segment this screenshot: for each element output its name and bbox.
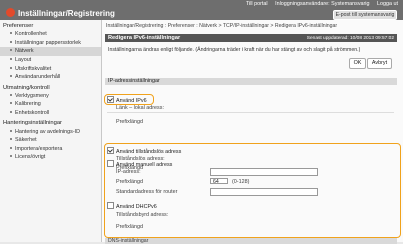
- sidebar-item-control-unit[interactable]: Kontrollenhet: [0, 30, 101, 39]
- default-router-input[interactable]: [210, 188, 318, 196]
- use-stateless-checkbox[interactable]: [107, 147, 114, 154]
- sidebar-item-print-quality[interactable]: Utskriftskvalitet: [0, 64, 101, 73]
- use-ipv6-row[interactable]: Använd IPv6: [107, 96, 147, 104]
- link-local-label: Länk – lokal adress:: [116, 105, 164, 111]
- sidebar-item-network[interactable]: Nätverk: [0, 47, 101, 56]
- use-dhcpv6-label: Använd DHCPv6: [116, 204, 157, 210]
- ip-address-input[interactable]: [210, 168, 318, 176]
- instruction-text: Inställningarna ändras enligt följande. …: [108, 47, 361, 53]
- stateful-address-label: Tillståndsbyrd adress:: [116, 212, 169, 218]
- bullet-icon: [10, 75, 12, 78]
- page-header: Redigera IPv6-inställningar Senast uppda…: [105, 34, 397, 42]
- sidebar-item-label: Kalibrering: [15, 101, 41, 108]
- breadcrumb: Inställningar/Registrering : Preferenser…: [106, 23, 338, 29]
- dhcp-prefix-label: Prefixlängd: [116, 224, 143, 230]
- top-bar: Till portal Inloggningsanvändare: System…: [0, 0, 403, 20]
- sidebar-item-label: Utskriftskvalitet: [15, 65, 52, 72]
- sidebar-item-device-control[interactable]: Enhetskontroll: [0, 109, 101, 118]
- sidebar-item-department-id[interactable]: Hantering av avdelnings-ID: [0, 127, 101, 136]
- top-links: Till portal Inloggningsanvändare: System…: [240, 1, 398, 7]
- sidebar-item-label: Licens/övrigt: [15, 154, 46, 161]
- sidebar-item-license[interactable]: Licens/övrigt: [0, 153, 101, 162]
- use-dhcpv6-row[interactable]: Använd DHCPv6: [107, 202, 157, 210]
- portal-link[interactable]: Till portal: [246, 1, 268, 7]
- sidebar-item-label: Enhetskontroll: [15, 110, 50, 117]
- sidebar-item-label: Verktygsmeny: [15, 92, 49, 99]
- bullet-icon: [10, 32, 12, 35]
- main-content: Inställningar/Registrering : Preferenser…: [102, 20, 403, 244]
- bullet-icon: [10, 102, 12, 105]
- bullet-icon: [10, 129, 12, 132]
- sidebar: Preferenser Kontrollenhet Inställningar …: [0, 20, 102, 242]
- sidebar-item-security[interactable]: Säkerhet: [0, 136, 101, 145]
- bullet-icon: [10, 155, 12, 158]
- use-ipv6-label: Använd IPv6: [116, 98, 147, 104]
- default-router-label: Standardadress för router: [116, 189, 178, 195]
- sidebar-item-label: Importera/exportera: [15, 145, 63, 152]
- ip-address-settings-header: IP-adressinställningar: [105, 78, 397, 85]
- logout-link[interactable]: Logga ut: [377, 1, 398, 7]
- bullet-icon: [10, 146, 12, 149]
- sidebar-item-label: Säkerhet: [15, 137, 37, 144]
- bullet-icon: [10, 111, 12, 114]
- use-manual-row[interactable]: Använd manuell adress: [107, 160, 172, 168]
- use-ipv6-checkbox[interactable]: [107, 96, 114, 103]
- prefix-length-input[interactable]: 64: [210, 178, 228, 185]
- bullet-icon: [10, 138, 12, 141]
- ip-address-label: IP-adress:: [116, 169, 141, 175]
- sidebar-section-preferences: Preferenser: [3, 23, 34, 29]
- ok-button[interactable]: OK: [349, 58, 366, 69]
- bullet-icon: [10, 93, 12, 96]
- bullet-icon: [10, 58, 12, 61]
- manual-prefix-label: Prefixlängd: [116, 179, 143, 185]
- sidebar-item-layout[interactable]: Layout: [0, 56, 101, 65]
- sidebar-section-output: Utmatning/kontroll: [3, 84, 50, 91]
- sidebar-item-paper-size[interactable]: Inställningar pappersstorlek: [0, 39, 101, 48]
- last-updated: Senast uppdaterad: 10/08 2013 09:57:02: [306, 35, 394, 41]
- sidebar-item-label: Layout: [15, 57, 32, 64]
- sidebar-item-calibration[interactable]: Kalibrering: [0, 100, 101, 109]
- dns-settings-header: DNS-inställningar: [105, 238, 397, 244]
- use-stateless-label: Använd tillståndslös adress: [116, 149, 182, 155]
- bullet-icon: [10, 40, 12, 43]
- sidebar-item-label: Hantering av avdelnings-ID: [15, 128, 81, 135]
- email-admin-button[interactable]: E-post till systemansvarig: [333, 10, 397, 20]
- sidebar-item-label: Inställningar pappersstorlek: [15, 39, 81, 46]
- sidebar-item-user-maintenance[interactable]: Användarunderhåll: [0, 73, 101, 82]
- settings-icon: [6, 8, 15, 17]
- divider: [107, 112, 394, 113]
- sidebar-item-tools-menu[interactable]: Verktygsmeny: [0, 92, 101, 101]
- use-dhcpv6-checkbox[interactable]: [107, 202, 114, 209]
- page-title: Redigera IPv6-inställningar: [108, 35, 181, 41]
- login-user-label: Inloggningsanvändare: Systemansvarig: [275, 1, 370, 7]
- bullet-icon: [10, 66, 12, 69]
- link-local-prefix-label: Prefixlängd: [116, 119, 143, 125]
- use-manual-label: Använd manuell adress: [116, 162, 173, 168]
- cancel-button[interactable]: Avbryt: [367, 58, 392, 69]
- sidebar-item-label: Nätverk: [15, 48, 34, 55]
- use-manual-checkbox[interactable]: [107, 160, 114, 167]
- bullet-icon: [10, 49, 12, 52]
- prefix-range-hint: (0-128): [232, 179, 250, 185]
- sidebar-section-management: Hanteringsinställningar: [3, 120, 62, 127]
- sidebar-item-label: Användarunderhåll: [15, 74, 61, 81]
- app-title-text: Inställningar/Registrering: [18, 9, 115, 18]
- sidebar-item-import-export[interactable]: Importera/exportera: [0, 145, 101, 154]
- sidebar-item-label: Kontrollenhet: [15, 31, 47, 38]
- app-title: Inställningar/Registrering: [6, 8, 115, 18]
- use-stateless-row[interactable]: Använd tillståndslös adress: [107, 147, 181, 155]
